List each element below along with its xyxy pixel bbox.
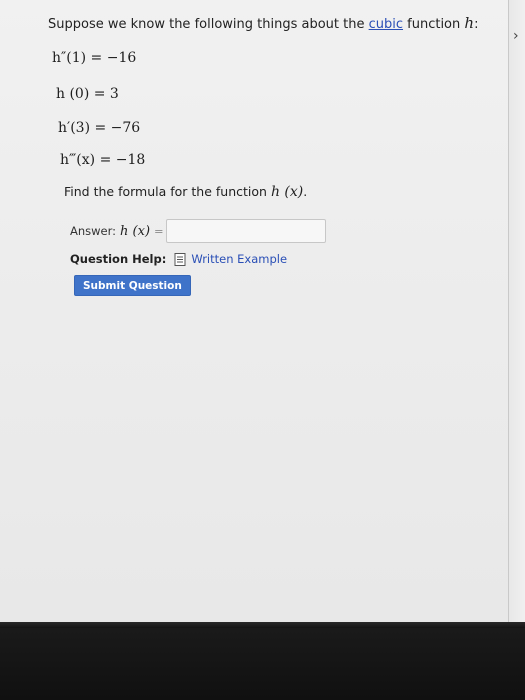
answer-row: Answer: h (x) =: [70, 218, 326, 244]
monitor-bezel: [0, 622, 525, 700]
intro-var: h: [464, 14, 475, 32]
help-label: Question Help:: [70, 252, 167, 266]
intro-suffix: function: [403, 17, 465, 32]
condition-4: h‴(x) = −18: [60, 152, 146, 168]
screen: Suppose we know the following things abo…: [0, 0, 509, 622]
answer-label: Answer:: [70, 224, 117, 238]
question-intro: Suppose we know the following things abo…: [48, 14, 488, 32]
condition-2: h (0) = 3: [56, 86, 119, 102]
question-help: Question Help: Written Example: [70, 252, 287, 266]
written-example-link[interactable]: Written Example: [191, 252, 287, 266]
condition-3: h′(3) = −76: [58, 120, 141, 136]
submit-question-button[interactable]: Submit Question: [74, 275, 191, 296]
answer-fn: h (x): [120, 223, 151, 239]
right-edge: ›: [509, 0, 525, 622]
photo-frame: Suppose we know the following things abo…: [0, 0, 525, 700]
document-icon: [174, 252, 186, 266]
cubic-link[interactable]: cubic: [369, 17, 403, 32]
find-prefix: Find the formula for the function: [64, 184, 271, 199]
find-fn: h (x): [270, 184, 304, 200]
answer-equals: =: [154, 224, 164, 238]
intro-prefix: Suppose we know the following things abo…: [48, 17, 369, 32]
intro-end: :: [474, 17, 479, 32]
chevron-right-icon: ›: [513, 28, 519, 44]
condition-1: h″(1) = −16: [52, 50, 137, 66]
answer-input[interactable]: [165, 219, 326, 243]
find-instruction: Find the formula for the function h (x).: [64, 184, 307, 200]
find-end: .: [303, 184, 308, 199]
